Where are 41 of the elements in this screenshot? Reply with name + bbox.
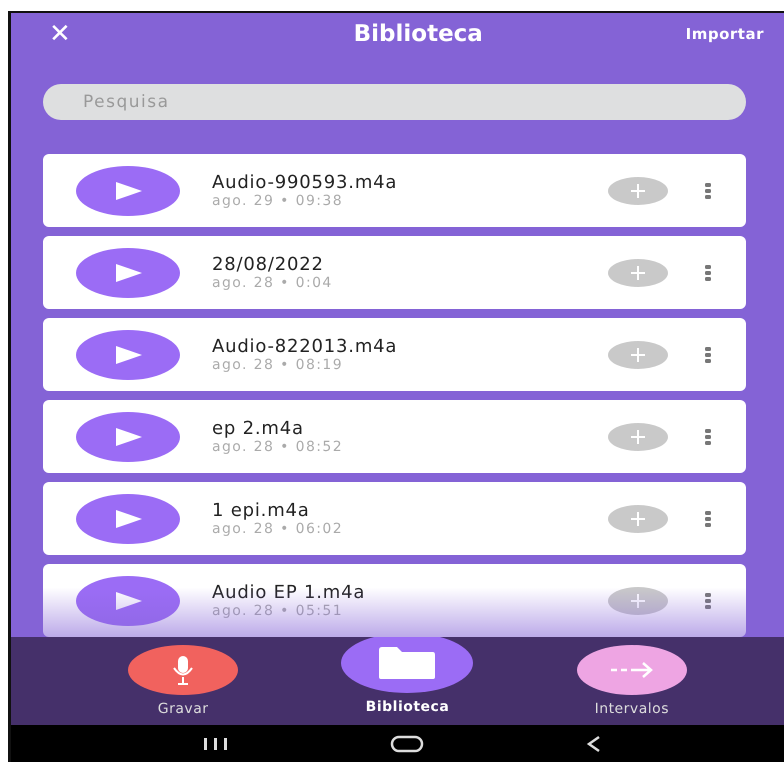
nav-label[interactable]: Intervalos (594, 701, 670, 717)
recording-card[interactable]: Audio EP 1.m4a ago. 28 • 05:51 (43, 564, 746, 637)
recording-card[interactable]: ep 2.m4a ago. 28 • 08:52 (43, 400, 746, 473)
recording-date: ago. 28 • 06:02 (212, 521, 344, 537)
more-icon[interactable] (704, 428, 712, 446)
plus-icon (629, 428, 647, 446)
recording-card[interactable]: 28/08/2022 ago. 28 • 0:04 (43, 236, 746, 309)
recording-card[interactable]: 1 epi.m4a ago. 28 • 06:02 (43, 482, 746, 555)
screen-title: Biblioteca (354, 21, 483, 47)
recording-name: ep 2.m4a (212, 418, 305, 439)
more-icon[interactable] (704, 592, 712, 610)
plus-icon (629, 264, 647, 282)
microphone-icon (172, 655, 194, 685)
nav-label[interactable]: Biblioteca (366, 699, 450, 715)
recording-name: Audio EP 1.m4a (212, 582, 366, 603)
more-icon[interactable] (704, 510, 712, 528)
recording-date: ago. 28 • 08:52 (212, 439, 344, 455)
recording-name: Audio-990593.m4a (212, 172, 398, 193)
import-link[interactable]: Importar (686, 25, 764, 43)
recording-date: ago. 29 • 09:38 (212, 193, 344, 209)
more-icon[interactable] (704, 264, 712, 282)
plus-icon (629, 346, 647, 364)
recording-date: ago. 28 • 05:51 (212, 603, 344, 619)
recording-name: Audio-822013.m4a (212, 336, 398, 357)
recording-name: 1 epi.m4a (212, 500, 311, 521)
nav-label[interactable]: Gravar (158, 701, 209, 717)
search-field[interactable]: Pesquisa (43, 84, 746, 120)
plus-icon (629, 510, 647, 528)
dashed-arrow-icon (608, 660, 655, 680)
recording-date: ago. 28 • 0:04 (212, 275, 334, 291)
recording-date: ago. 28 • 08:19 (212, 357, 344, 373)
recording-card[interactable]: Audio-990593.m4a ago. 29 • 09:38 (43, 154, 746, 227)
more-icon[interactable] (704, 346, 712, 364)
home-icon[interactable] (390, 734, 424, 752)
recording-name: 28/08/2022 (212, 254, 325, 275)
recording-card[interactable]: Audio-822013.m4a ago. 28 • 08:19 (43, 318, 746, 391)
folder-icon (377, 646, 438, 680)
plus-icon (629, 182, 647, 200)
close-icon[interactable]: ✕ (49, 21, 71, 47)
more-icon[interactable] (704, 182, 712, 200)
plus-icon (629, 592, 647, 610)
